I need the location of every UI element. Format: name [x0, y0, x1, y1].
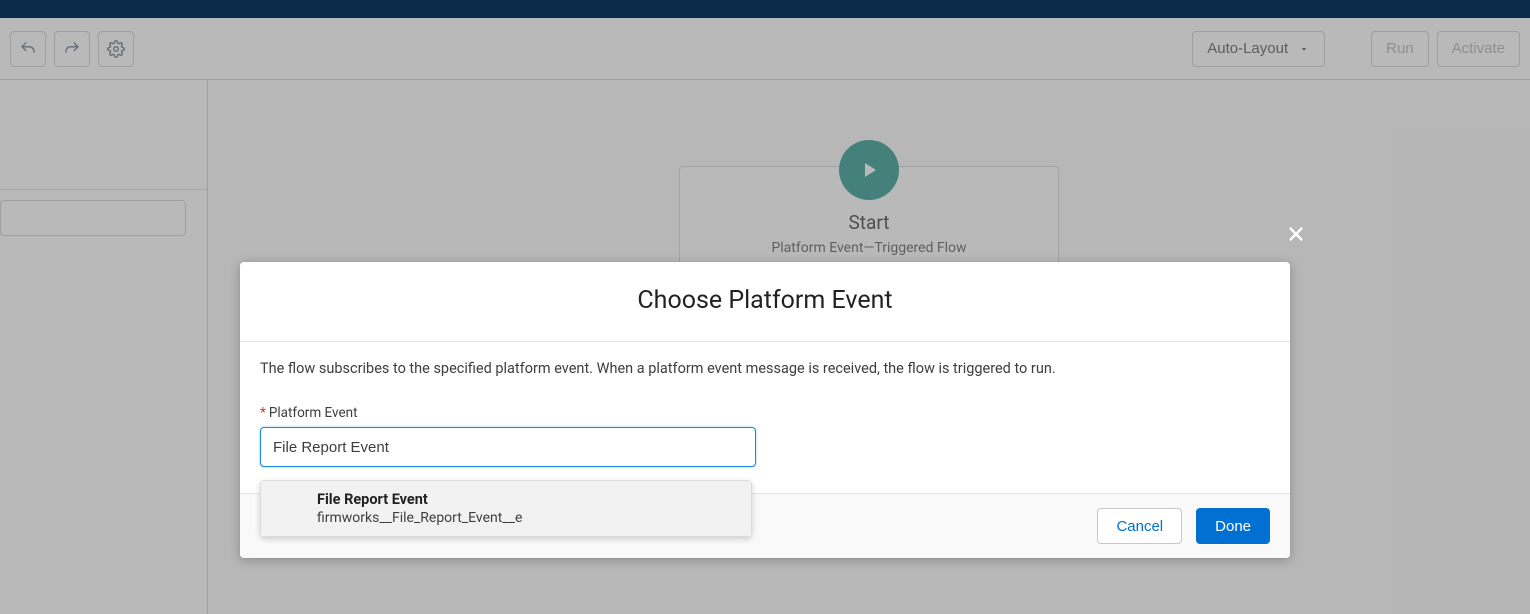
dropdown-option[interactable]: File Report Event firmworks__File_Report…	[261, 481, 751, 536]
app-header-bar	[0, 0, 1530, 18]
dropdown-option-api-name: firmworks__File_Report_Event__e	[317, 510, 735, 526]
cancel-button[interactable]: Cancel	[1097, 508, 1182, 544]
modal-description: The flow subscribes to the specified pla…	[260, 360, 1270, 377]
choose-platform-event-modal: Choose Platform Event The flow subscribe…	[240, 262, 1290, 558]
close-button[interactable]	[1285, 223, 1307, 249]
required-indicator: *	[260, 405, 266, 421]
done-button[interactable]: Done	[1196, 508, 1270, 544]
dropdown-option-label: File Report Event	[317, 491, 735, 508]
platform-event-input[interactable]	[260, 427, 756, 467]
close-icon	[1285, 223, 1307, 245]
modal-title: Choose Platform Event	[240, 262, 1290, 342]
platform-event-field-label: *Platform Event	[260, 405, 1270, 421]
platform-event-dropdown: File Report Event firmworks__File_Report…	[260, 480, 752, 537]
